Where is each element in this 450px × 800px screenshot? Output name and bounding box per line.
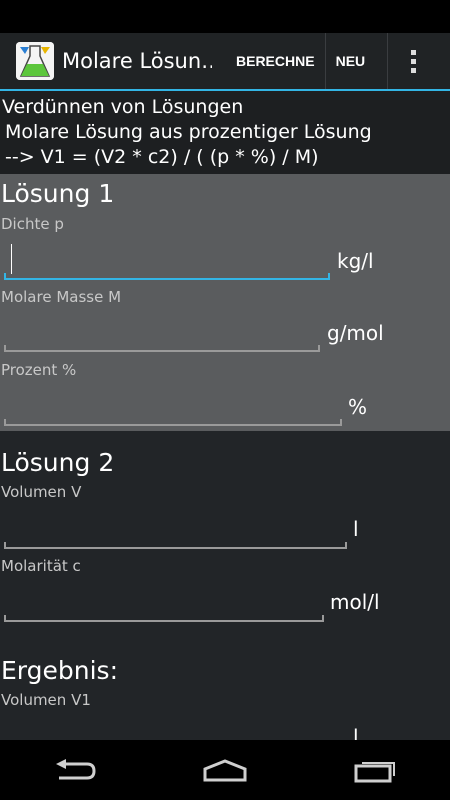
formula-line: --> V1 = (V2 * c2) / ( (p * %) / M) [5,146,319,168]
volume-input[interactable] [4,531,347,549]
description-header: Verdünnen von Lösungen Molare Lösung aus… [0,91,450,174]
density-input[interactable] [4,262,330,280]
status-bar [0,0,450,33]
solution2-panel: Lösung 2 Volumen V l Molarität c mol/l E… [0,431,450,749]
percent-label: Prozent % [1,361,77,379]
navigation-bar [0,740,450,800]
app-title: Molare Lösun… [62,49,212,73]
percent-input[interactable] [4,408,342,426]
overflow-menu-icon[interactable] [387,33,438,89]
volume-unit: l [353,517,359,541]
volume-label: Volumen V [1,483,82,501]
molar-mass-input[interactable] [4,334,320,352]
molar-mass-label: Molare Masse M [1,288,122,306]
solution1-panel: Lösung 1 Dichte p kg/l Molare Masse M g/… [0,174,450,431]
flask-icon[interactable] [16,42,54,80]
molar-mass-unit: g/mol [327,321,384,345]
molarity-label: Molarität c [1,557,81,575]
molarity-unit: mol/l [330,590,380,614]
density-label: Dichte p [1,215,64,233]
molarity-input[interactable] [4,604,324,622]
action-bar: Molare Lösun… BERECHNE NEU [0,33,450,91]
calculate-button[interactable]: BERECHNE [226,33,325,89]
solution1-title: Lösung 1 [1,179,115,208]
percent-unit: % [348,395,368,419]
density-unit: kg/l [337,249,374,273]
header-line-2: Molare Lösung aus prozentiger Lösung [5,121,372,143]
home-icon[interactable] [195,750,255,790]
back-icon[interactable] [45,750,105,790]
recents-icon[interactable] [345,750,405,790]
header-line-1: Verdünnen von Lösungen [2,96,244,118]
text-cursor [11,244,12,274]
result-title: Ergebnis: [1,656,118,685]
result-volume-label: Volumen V1 [1,691,91,709]
solution2-title: Lösung 2 [1,448,115,477]
new-button[interactable]: NEU [324,33,376,89]
